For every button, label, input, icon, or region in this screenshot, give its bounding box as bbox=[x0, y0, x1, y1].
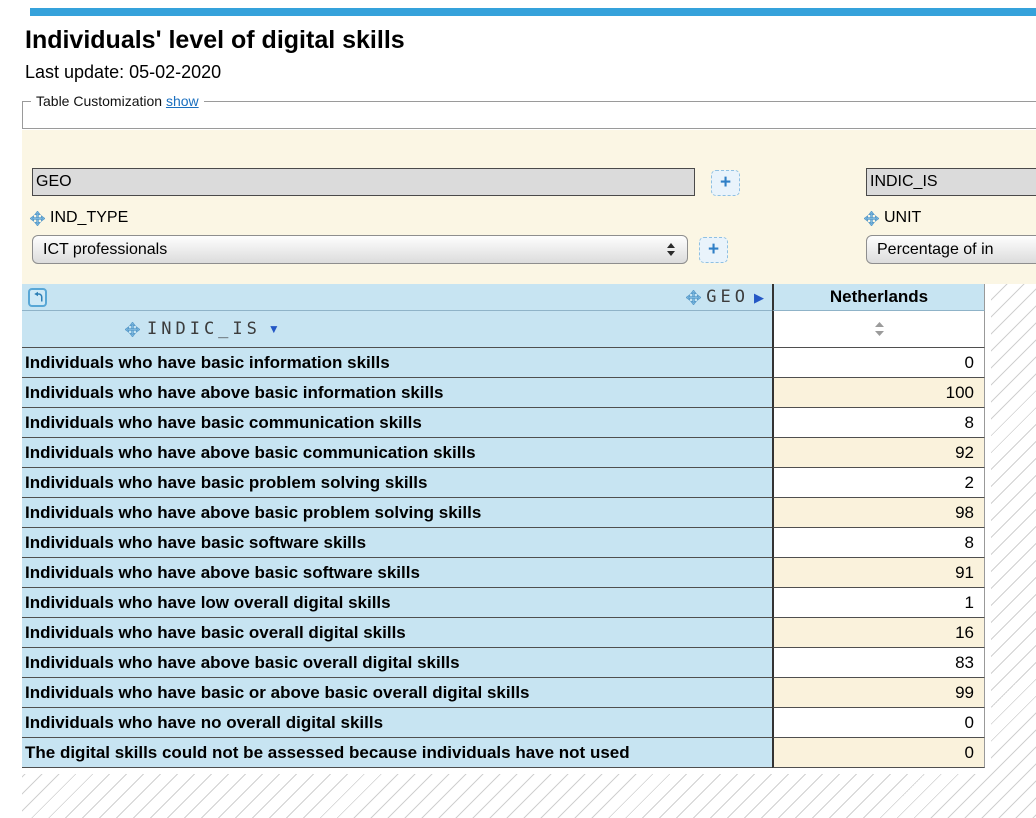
geo-dimension-name: GEO bbox=[706, 287, 749, 307]
pivot-icon[interactable] bbox=[28, 287, 47, 307]
table-row: Individuals who have basic or above basi… bbox=[22, 678, 985, 708]
unit-selected-value: Percentage of in bbox=[877, 240, 994, 258]
row-label: Individuals who have basic information s… bbox=[22, 348, 772, 378]
add-ind-type-button[interactable]: + bbox=[699, 237, 728, 263]
move-icon[interactable] bbox=[125, 321, 140, 337]
row-label: Individuals who have basic communication… bbox=[22, 408, 772, 438]
row-label: Individuals who have above basic overall… bbox=[22, 648, 772, 678]
add-geo-button[interactable]: + bbox=[711, 170, 740, 196]
table-row: Individuals who have basic overall digit… bbox=[22, 618, 985, 648]
table-row: Individuals who have above basic problem… bbox=[22, 498, 985, 528]
row-value: 98 bbox=[772, 498, 985, 528]
table-row: Individuals who have basic problem solvi… bbox=[22, 468, 985, 498]
unit-dimension: UNIT bbox=[864, 209, 921, 227]
row-label: The digital skills could not be assessed… bbox=[22, 738, 772, 768]
geo-header-cell: GEO ▶ bbox=[22, 284, 772, 311]
move-icon[interactable] bbox=[686, 289, 702, 305]
table-header-row-geo: GEO ▶ Netherlands bbox=[22, 284, 985, 311]
ind-type-label: IND_TYPE bbox=[50, 209, 129, 226]
row-value: 100 bbox=[772, 378, 985, 408]
row-label: Individuals who have low overall digital… bbox=[22, 588, 772, 618]
row-value: 91 bbox=[772, 558, 985, 588]
row-value: 8 bbox=[772, 408, 985, 438]
page: Individuals' level of digital skills Las… bbox=[0, 0, 1036, 818]
table-row: Individuals who have above basic softwar… bbox=[22, 558, 985, 588]
row-label: Individuals who have basic software skil… bbox=[22, 528, 772, 558]
unit-label: UNIT bbox=[884, 209, 922, 226]
row-label: Individuals who have above basic communi… bbox=[22, 438, 772, 468]
column-sort-cell[interactable] bbox=[772, 311, 985, 348]
row-label: Individuals who have above basic informa… bbox=[22, 378, 772, 408]
row-value: 83 bbox=[772, 648, 985, 678]
indic-is-header-cell: INDIC_IS ▼ bbox=[22, 311, 772, 348]
sort-spinner-icon[interactable] bbox=[873, 322, 886, 336]
select-arrows-icon bbox=[667, 243, 675, 256]
row-label: Individuals who have basic overall digit… bbox=[22, 618, 772, 648]
row-label: Individuals who have basic or above basi… bbox=[22, 678, 772, 708]
show-link[interactable]: show bbox=[166, 93, 199, 109]
ind-type-selected-value: ICT professionals bbox=[43, 240, 168, 258]
expand-right-icon[interactable]: ▶ bbox=[754, 291, 764, 304]
table-row: Individuals who have low overall digital… bbox=[22, 588, 985, 618]
table-row: Individuals who have basic software skil… bbox=[22, 528, 985, 558]
unit-select[interactable]: Percentage of in bbox=[866, 235, 1036, 264]
ind-type-dimension: IND_TYPE bbox=[30, 209, 128, 227]
table-body: Individuals who have basic information s… bbox=[22, 348, 985, 768]
table-row: Individuals who have above basic informa… bbox=[22, 378, 985, 408]
geo-column-dimension[interactable]: GEO ▶ bbox=[686, 287, 764, 307]
top-accent-bar bbox=[30, 8, 1036, 16]
last-update-text: Last update: 05-02-2020 bbox=[25, 62, 222, 82]
row-value: 99 bbox=[772, 678, 985, 708]
row-label: Individuals who have basic problem solvi… bbox=[22, 468, 772, 498]
indic-is-dimension-box[interactable]: INDIC_IS bbox=[866, 168, 1036, 196]
row-value: 0 bbox=[772, 348, 985, 378]
page-title: Individuals' level of digital skills bbox=[25, 26, 405, 54]
customization-legend: Table Customization show bbox=[31, 93, 204, 109]
table-header-row-indic: INDIC_IS ▼ bbox=[22, 311, 985, 348]
column-header-netherlands[interactable]: Netherlands bbox=[772, 284, 985, 311]
workspace-hatched-area: GEO ▶ Netherlands INDIC_IS ▼ Individuals… bbox=[22, 284, 1036, 818]
row-value: 16 bbox=[772, 618, 985, 648]
table-row: Individuals who have above basic overall… bbox=[22, 648, 985, 678]
table-row: Individuals who have basic communication… bbox=[22, 408, 985, 438]
data-table: GEO ▶ Netherlands INDIC_IS ▼ Individuals… bbox=[22, 284, 991, 774]
indic-is-dimension-name: INDIC_IS bbox=[147, 319, 261, 339]
row-value: 0 bbox=[772, 708, 985, 738]
move-icon[interactable] bbox=[30, 210, 45, 226]
sort-down-icon[interactable]: ▼ bbox=[268, 323, 280, 335]
ind-type-select[interactable]: ICT professionals bbox=[32, 235, 688, 264]
move-icon[interactable] bbox=[864, 210, 879, 226]
row-label: Individuals who have above basic problem… bbox=[22, 498, 772, 528]
row-value: 2 bbox=[772, 468, 985, 498]
row-value: 0 bbox=[772, 738, 985, 768]
table-customization-panel: Table Customization show bbox=[22, 93, 1036, 129]
table-row: The digital skills could not be assessed… bbox=[22, 738, 985, 768]
row-label: Individuals who have above basic softwar… bbox=[22, 558, 772, 588]
row-label: Individuals who have no overall digital … bbox=[22, 708, 772, 738]
table-row: Individuals who have basic information s… bbox=[22, 348, 985, 378]
customization-legend-text: Table Customization bbox=[36, 93, 163, 109]
geo-dimension-box[interactable]: GEO bbox=[32, 168, 695, 196]
row-value: 8 bbox=[772, 528, 985, 558]
table-row: Individuals who have no overall digital … bbox=[22, 708, 985, 738]
table-row: Individuals who have above basic communi… bbox=[22, 438, 985, 468]
row-value: 92 bbox=[772, 438, 985, 468]
row-value: 1 bbox=[772, 588, 985, 618]
